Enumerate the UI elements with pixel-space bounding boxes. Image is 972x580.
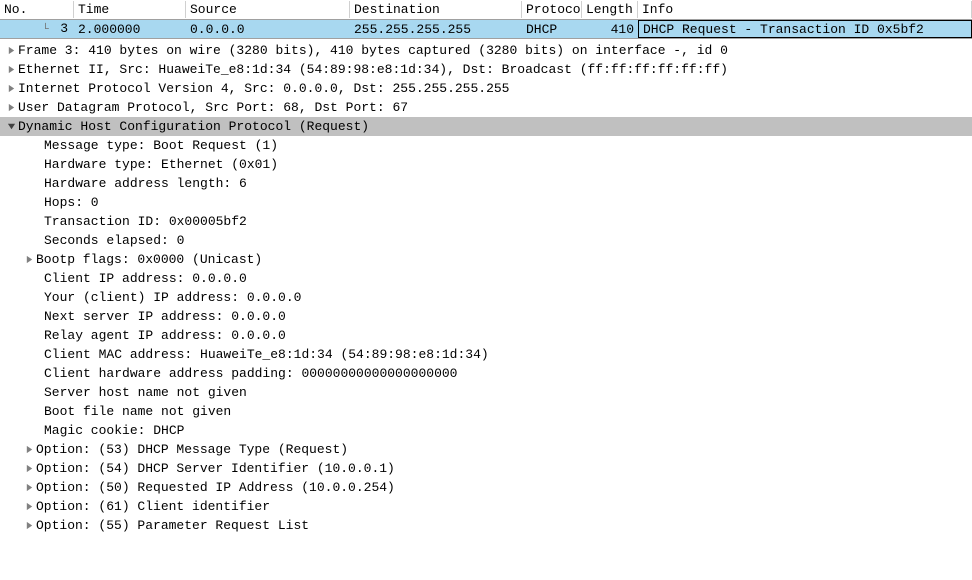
tree-label: Bootp flags: 0x0000 (Unicast) bbox=[36, 250, 262, 269]
column-header-length[interactable]: Length bbox=[582, 1, 638, 18]
column-header-source[interactable]: Source bbox=[186, 1, 350, 18]
dhcp-option-53[interactable]: Option: (53) DHCP Message Type (Request) bbox=[0, 440, 972, 459]
tree-label: Next server IP address: 0.0.0.0 bbox=[44, 307, 286, 326]
tree-label: Hardware type: Ethernet (0x01) bbox=[44, 155, 278, 174]
packet-no-value: 3 bbox=[60, 21, 68, 36]
tree-label: Message type: Boot Request (1) bbox=[44, 136, 278, 155]
packet-protocol: DHCP bbox=[522, 21, 582, 38]
chevron-right-icon[interactable] bbox=[4, 65, 18, 74]
tree-label: Option: (55) Parameter Request List bbox=[36, 516, 309, 535]
packet-row[interactable]: └ 3 2.000000 0.0.0.0 255.255.255.255 DHC… bbox=[0, 20, 972, 38]
chevron-right-icon[interactable] bbox=[22, 483, 36, 492]
tree-label: Client IP address: 0.0.0.0 bbox=[44, 269, 247, 288]
dhcp-hardware-length[interactable]: Hardware address length: 6 bbox=[0, 174, 972, 193]
column-header-info[interactable]: Info bbox=[638, 1, 972, 18]
column-header-time[interactable]: Time bbox=[74, 1, 186, 18]
dhcp-hops[interactable]: Hops: 0 bbox=[0, 193, 972, 212]
dhcp-boot-file-name[interactable]: Boot file name not given bbox=[0, 402, 972, 421]
tree-label: Magic cookie: DHCP bbox=[44, 421, 184, 440]
chevron-right-icon[interactable] bbox=[4, 84, 18, 93]
chevron-right-icon[interactable] bbox=[4, 46, 18, 55]
tree-label: Transaction ID: 0x00005bf2 bbox=[44, 212, 247, 231]
dhcp-transaction-id[interactable]: Transaction ID: 0x00005bf2 bbox=[0, 212, 972, 231]
chevron-right-icon[interactable] bbox=[22, 521, 36, 530]
tree-label: Dynamic Host Configuration Protocol (Req… bbox=[18, 117, 369, 136]
tree-label: Seconds elapsed: 0 bbox=[44, 231, 184, 250]
tree-end-icon: └ bbox=[38, 24, 52, 37]
dhcp-client-mac-padding[interactable]: Client hardware address padding: 0000000… bbox=[0, 364, 972, 383]
tree-label: Option: (54) DHCP Server Identifier (10.… bbox=[36, 459, 395, 478]
tree-label: Your (client) IP address: 0.0.0.0 bbox=[44, 288, 301, 307]
tree-label: Hardware address length: 6 bbox=[44, 174, 247, 193]
dhcp-option-54[interactable]: Option: (54) DHCP Server Identifier (10.… bbox=[0, 459, 972, 478]
packet-details: Frame 3: 410 bytes on wire (3280 bits), … bbox=[0, 39, 972, 539]
dhcp-seconds[interactable]: Seconds elapsed: 0 bbox=[0, 231, 972, 250]
dhcp-server-host-name[interactable]: Server host name not given bbox=[0, 383, 972, 402]
tree-dhcp[interactable]: Dynamic Host Configuration Protocol (Req… bbox=[0, 117, 972, 136]
tree-label: Server host name not given bbox=[44, 383, 247, 402]
packet-no: └ 3 bbox=[0, 20, 74, 38]
tree-label: Option: (53) DHCP Message Type (Request) bbox=[36, 440, 348, 459]
tree-label: Option: (50) Requested IP Address (10.0.… bbox=[36, 478, 395, 497]
chevron-right-icon[interactable] bbox=[22, 502, 36, 511]
dhcp-option-61[interactable]: Option: (61) Client identifier bbox=[0, 497, 972, 516]
dhcp-hardware-type[interactable]: Hardware type: Ethernet (0x01) bbox=[0, 155, 972, 174]
dhcp-option-55[interactable]: Option: (55) Parameter Request List bbox=[0, 516, 972, 535]
dhcp-option-50[interactable]: Option: (50) Requested IP Address (10.0.… bbox=[0, 478, 972, 497]
chevron-down-icon[interactable] bbox=[4, 122, 18, 131]
packet-source: 0.0.0.0 bbox=[186, 21, 350, 38]
dhcp-message-type[interactable]: Message type: Boot Request (1) bbox=[0, 136, 972, 155]
dhcp-client-ip[interactable]: Client IP address: 0.0.0.0 bbox=[0, 269, 972, 288]
tree-udp[interactable]: User Datagram Protocol, Src Port: 68, Ds… bbox=[0, 98, 972, 117]
packet-length: 410 bbox=[582, 21, 638, 38]
tree-label: Ethernet II, Src: HuaweiTe_e8:1d:34 (54:… bbox=[18, 60, 728, 79]
chevron-right-icon[interactable] bbox=[22, 464, 36, 473]
dhcp-bootp-flags[interactable]: Bootp flags: 0x0000 (Unicast) bbox=[0, 250, 972, 269]
tree-frame[interactable]: Frame 3: 410 bytes on wire (3280 bits), … bbox=[0, 41, 972, 60]
packet-list-header: No. Time Source Destination Protocol Len… bbox=[0, 0, 972, 20]
tree-label: Client hardware address padding: 0000000… bbox=[44, 364, 457, 383]
tree-ethernet[interactable]: Ethernet II, Src: HuaweiTe_e8:1d:34 (54:… bbox=[0, 60, 972, 79]
chevron-right-icon[interactable] bbox=[22, 255, 36, 264]
dhcp-your-ip[interactable]: Your (client) IP address: 0.0.0.0 bbox=[0, 288, 972, 307]
tree-label: Client MAC address: HuaweiTe_e8:1d:34 (5… bbox=[44, 345, 489, 364]
column-header-protocol[interactable]: Protocol bbox=[522, 1, 582, 18]
tree-label: Relay agent IP address: 0.0.0.0 bbox=[44, 326, 286, 345]
chevron-right-icon[interactable] bbox=[22, 445, 36, 454]
packet-time: 2.000000 bbox=[74, 21, 186, 38]
dhcp-next-server-ip[interactable]: Next server IP address: 0.0.0.0 bbox=[0, 307, 972, 326]
packet-info: DHCP Request - Transaction ID 0x5bf2 bbox=[638, 20, 972, 38]
tree-label: Option: (61) Client identifier bbox=[36, 497, 270, 516]
packet-list: No. Time Source Destination Protocol Len… bbox=[0, 0, 972, 39]
dhcp-client-mac[interactable]: Client MAC address: HuaweiTe_e8:1d:34 (5… bbox=[0, 345, 972, 364]
dhcp-magic-cookie[interactable]: Magic cookie: DHCP bbox=[0, 421, 972, 440]
tree-ip[interactable]: Internet Protocol Version 4, Src: 0.0.0.… bbox=[0, 79, 972, 98]
tree-label: Frame 3: 410 bytes on wire (3280 bits), … bbox=[18, 41, 728, 60]
chevron-right-icon[interactable] bbox=[4, 103, 18, 112]
dhcp-relay-ip[interactable]: Relay agent IP address: 0.0.0.0 bbox=[0, 326, 972, 345]
column-header-destination[interactable]: Destination bbox=[350, 1, 522, 18]
tree-label: Hops: 0 bbox=[44, 193, 99, 212]
packet-destination: 255.255.255.255 bbox=[350, 21, 522, 38]
tree-label: Internet Protocol Version 4, Src: 0.0.0.… bbox=[18, 79, 509, 98]
tree-label: Boot file name not given bbox=[44, 402, 231, 421]
column-header-no[interactable]: No. bbox=[0, 1, 74, 18]
tree-label: User Datagram Protocol, Src Port: 68, Ds… bbox=[18, 98, 408, 117]
